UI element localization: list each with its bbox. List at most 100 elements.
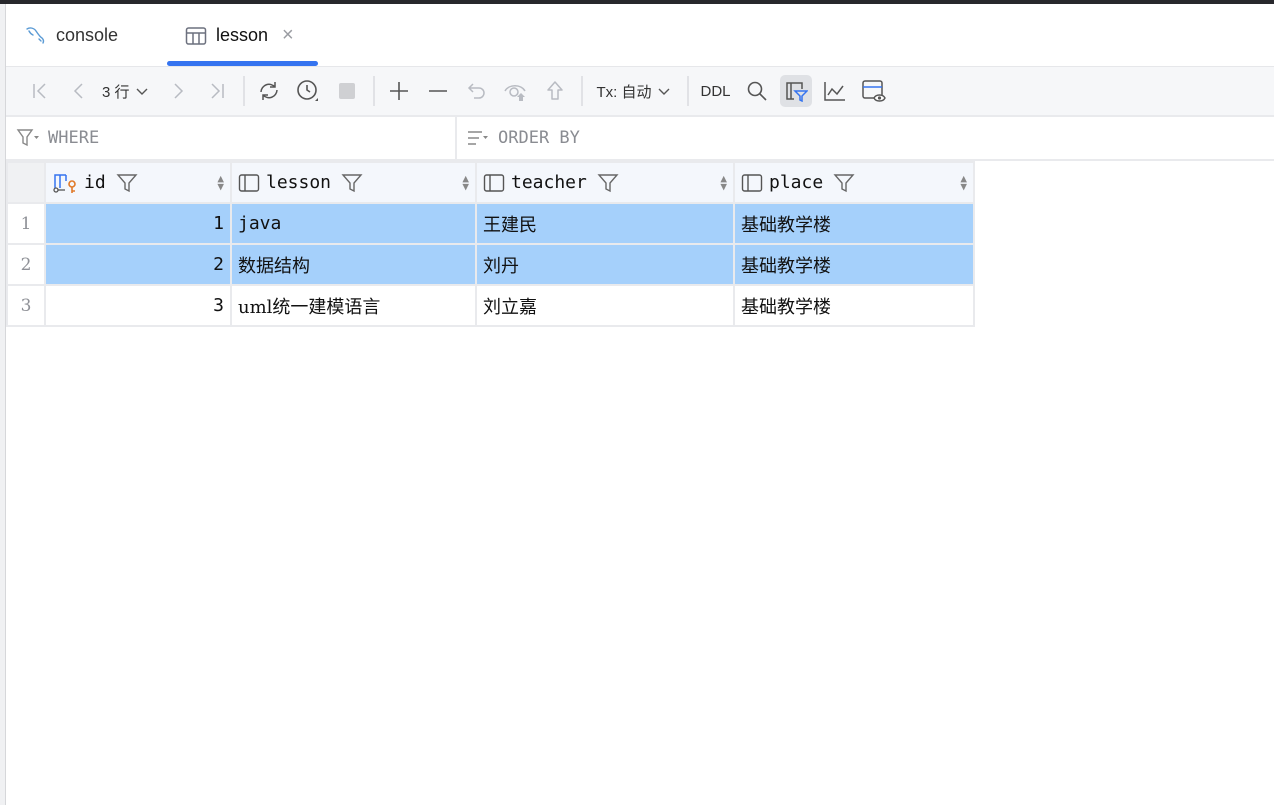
- column-filter-icon[interactable]: [116, 172, 138, 194]
- mysql-dolphin-icon: [24, 24, 48, 48]
- last-page-icon: [210, 83, 224, 99]
- column-icon: [483, 173, 505, 193]
- tab-console-label: console: [56, 25, 119, 45]
- header-row: id ▲ ▼ lesson ▲ ▼ teacher ▲ ▼ place ▲ ▼: [6, 161, 975, 204]
- column-name: id: [84, 172, 106, 193]
- view-settings-button[interactable]: [858, 75, 890, 107]
- sort-icon[interactable]: ▲ ▼: [720, 173, 727, 192]
- filter-bar: WHERE ORDER BY: [6, 117, 1274, 161]
- table-row[interactable]: 3 3 uml统一建模语言 刘立嘉 基础教学楼: [6, 284, 975, 327]
- order-by-input[interactable]: ORDER BY: [466, 117, 580, 159]
- column-name: teacher: [511, 172, 587, 193]
- active-tab-indicator: [167, 61, 318, 66]
- cell-teacher[interactable]: 刘丹: [475, 243, 735, 286]
- cell-teacher[interactable]: 刘立嘉: [475, 284, 735, 327]
- row-count-dropdown[interactable]: 3 行: [102, 81, 148, 102]
- row-count-label: 3 行: [102, 83, 130, 101]
- tab-console[interactable]: console: [24, 4, 118, 67]
- column-filter-icon[interactable]: [597, 172, 619, 194]
- toolbar-separator: [686, 76, 689, 106]
- previous-page-button[interactable]: [63, 75, 95, 107]
- table-filter-icon: [785, 82, 808, 102]
- column-icon: [741, 173, 763, 193]
- cell-lesson[interactable]: uml统一建模语言: [230, 284, 477, 327]
- cell-teacher[interactable]: 王建民: [475, 202, 735, 245]
- where-filter-input[interactable]: WHERE: [16, 117, 457, 159]
- table-eye-icon: [861, 80, 886, 102]
- sort-icon[interactable]: ▲ ▼: [462, 173, 469, 192]
- arrow-up-icon: [546, 81, 563, 100]
- row-number[interactable]: 1: [6, 202, 46, 245]
- column-header-id[interactable]: id ▲ ▼: [44, 161, 232, 204]
- toolbar-separator: [242, 76, 245, 106]
- plus-icon: [389, 82, 408, 100]
- line-chart-icon: [823, 82, 845, 101]
- tab-lesson[interactable]: lesson ×: [184, 4, 294, 67]
- table-row[interactable]: 1 1 java 王建民 基础教学楼: [6, 202, 975, 245]
- row-number[interactable]: 2: [6, 243, 46, 286]
- column-name: place: [769, 172, 824, 193]
- undo-icon: [467, 83, 485, 99]
- cell-id[interactable]: 1: [44, 202, 232, 245]
- column-header-teacher[interactable]: teacher ▲ ▼: [475, 161, 735, 204]
- column-header-lesson[interactable]: lesson ▲ ▼: [230, 161, 477, 204]
- history-button[interactable]: [292, 75, 324, 107]
- chevron-right-icon: [173, 83, 183, 99]
- close-tab-icon[interactable]: ×: [282, 24, 294, 47]
- cell-place[interactable]: 基础教学楼: [733, 243, 975, 286]
- preview-changes-button[interactable]: [500, 75, 532, 107]
- column-filter-icon[interactable]: [341, 172, 363, 194]
- data-grid: id ▲ ▼ lesson ▲ ▼ teacher ▲ ▼ place ▲ ▼ …: [6, 161, 975, 327]
- primary-key-icon: [52, 172, 78, 194]
- ddl-button[interactable]: DDL: [701, 83, 731, 100]
- filter-view-toggle[interactable]: [779, 75, 812, 107]
- stop-icon: [338, 83, 355, 99]
- cell-id[interactable]: 2: [44, 243, 232, 286]
- revert-button[interactable]: [461, 75, 493, 107]
- chevron-left-icon: [73, 83, 83, 99]
- search-icon: [747, 81, 767, 101]
- stop-button[interactable]: [331, 75, 363, 107]
- refresh-icon: [259, 82, 278, 100]
- filter-icon: [16, 128, 40, 148]
- column-filter-icon[interactable]: [833, 172, 855, 194]
- table-row[interactable]: 2 2 数据结构 刘丹 基础教学楼: [6, 243, 975, 286]
- ddl-label: DDL: [700, 82, 731, 100]
- row-number[interactable]: 3: [6, 284, 46, 327]
- cell-lesson[interactable]: 数据结构: [230, 243, 477, 286]
- last-page-button[interactable]: [201, 75, 233, 107]
- editor-tab-bar: console lesson ×: [6, 4, 1274, 67]
- next-page-button[interactable]: [162, 75, 194, 107]
- chart-view-button[interactable]: [819, 75, 851, 107]
- submit-button[interactable]: [539, 75, 571, 107]
- add-row-button[interactable]: [383, 75, 415, 107]
- clock-icon: [296, 80, 318, 101]
- sort-icon[interactable]: ▲ ▼: [217, 173, 224, 192]
- chevron-down-icon: [136, 83, 148, 100]
- refresh-button[interactable]: [253, 75, 285, 107]
- tab-lesson-label: lesson: [216, 25, 269, 45]
- search-button[interactable]: [741, 75, 773, 107]
- eye-upload-icon: [503, 85, 526, 101]
- column-header-place[interactable]: place ▲ ▼: [733, 161, 975, 204]
- first-page-button[interactable]: [24, 75, 56, 107]
- order-by-placeholder: ORDER BY: [498, 128, 580, 148]
- transaction-mode-label: Tx: 自动: [596, 83, 652, 101]
- row-number-header[interactable]: [6, 161, 46, 204]
- delete-row-button[interactable]: [422, 75, 454, 107]
- sort-lines-icon: [466, 128, 490, 148]
- toolbar-separator: [372, 76, 375, 106]
- first-page-icon: [33, 83, 46, 99]
- cell-place[interactable]: 基础教学楼: [733, 284, 975, 327]
- column-name: lesson: [266, 172, 332, 193]
- cell-id[interactable]: 3: [44, 284, 232, 327]
- cell-place[interactable]: 基础教学楼: [733, 202, 975, 245]
- toolbar-separator: [580, 76, 583, 106]
- transaction-mode-dropdown[interactable]: Tx: 自动: [597, 81, 670, 102]
- sort-icon[interactable]: ▲ ▼: [960, 173, 967, 192]
- where-placeholder: WHERE: [48, 128, 100, 148]
- minus-icon: [428, 90, 447, 92]
- table-icon: [184, 24, 208, 48]
- chevron-down-icon: [658, 83, 670, 100]
- cell-lesson[interactable]: java: [230, 202, 477, 245]
